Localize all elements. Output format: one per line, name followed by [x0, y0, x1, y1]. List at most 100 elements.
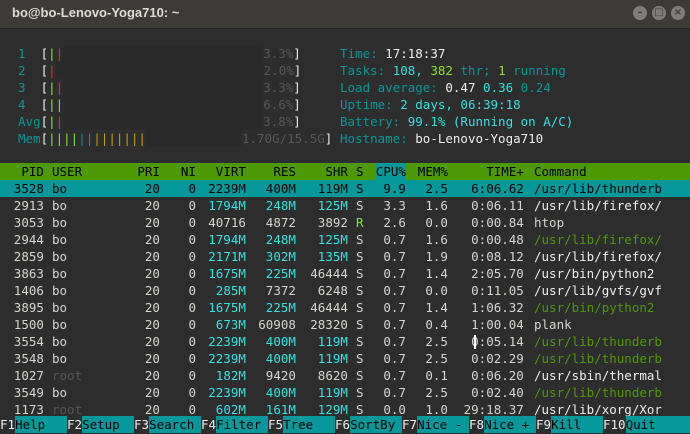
table-cell: 400M: [265, 181, 296, 196]
table-cell: /usr/lib/thunderb: [534, 351, 662, 366]
table-row[interactable]: 3528 bo 20 0 2239M 400M 119M S 9.9 2.5 6:06.62/usr…: [0, 180, 690, 197]
fkey-help[interactable]: F1Help: [0, 416, 67, 433]
table-cell: 2.5: [425, 334, 448, 349]
table-cell: 248M: [265, 198, 296, 213]
maximize-icon[interactable]: □: [652, 6, 666, 20]
fkey-kill[interactable]: F9Kill: [536, 416, 603, 433]
table-row[interactable]: 1406 bo 20 0 285M 7372 6248 S 0.7 0.0 0:11.05/usr/…: [0, 282, 690, 299]
table-cell: 0.7: [383, 317, 406, 332]
column-header[interactable]: Command: [534, 163, 587, 180]
table-cell: 119M: [317, 385, 348, 400]
table-cell: root: [52, 368, 83, 383]
table-cell: 9420: [265, 368, 296, 383]
table-cell: bo: [52, 283, 68, 298]
fkey-label: Setup: [82, 416, 134, 433]
table-cell: 0.7: [383, 283, 406, 298]
fkey-nice[interactable]: F8Nice +: [469, 416, 536, 433]
fkey-sortby[interactable]: F6SortBy: [335, 416, 402, 433]
cpu3-meter: 3 [|| 3.3%]: [18, 79, 301, 96]
table-row[interactable]: 3053 bo 20 0 40716 4872 3892 R 2.6 0.0 0:00.84 htop: [0, 214, 690, 231]
table-cell: 0.0: [425, 215, 448, 230]
fkey-setup[interactable]: F2Setup: [67, 416, 134, 433]
table-row[interactable]: 1027 root 20 0 182M 9420 8620 S 0.7 0.1 0:06.20/us…: [0, 367, 690, 384]
table-cell: bo: [52, 351, 68, 366]
table-cell: /usr/lib/thunderb: [534, 334, 662, 349]
fkey-number: F4: [201, 417, 217, 432]
table-cell: 0: [188, 283, 196, 298]
window-title: bo@bo-Lenovo-Yoga710: ~: [12, 5, 180, 20]
table-cell: 248M: [265, 232, 296, 247]
fkey-label: Nice +: [484, 416, 536, 433]
table-cell: 0: [188, 334, 196, 349]
fkey-number: F7: [402, 417, 418, 432]
table-cell: 2:05.70: [471, 266, 524, 281]
table-cell: 225M: [265, 300, 296, 315]
table-cell: 20: [144, 283, 160, 298]
table-cell: S: [356, 368, 364, 383]
column-header[interactable]: SHR: [325, 163, 348, 180]
table-row[interactable]: 3863 bo 20 0 1675M 225M 46444 S 0.7 1.4 2:05.70/us…: [0, 265, 690, 282]
table-cell: bo: [52, 249, 68, 264]
table-cell: 0: [188, 249, 196, 264]
table-cell: 0.7: [383, 368, 406, 383]
table-cell: 125M: [317, 198, 348, 213]
table-row[interactable]: 3549 bo 20 0 2239M 400M 119M S 0.7 2.5 0:02.40/usr…: [0, 384, 690, 401]
table-cell: 3863: [13, 266, 44, 281]
column-header[interactable]: MEM%: [418, 163, 448, 180]
fkey-filter[interactable]: F4Filter: [201, 416, 268, 433]
table-cell: 2944: [13, 232, 44, 247]
table-cell: 2913: [13, 198, 44, 213]
table-row[interactable]: 3554 bo 20 0 2239M 400M 119M S 0.7 2.5 0:05.14/usr…: [0, 333, 690, 350]
table-cell: 1675M: [208, 266, 246, 281]
table-row[interactable]: 2913 bo 20 0 1794M 248M 125M S 3.3 1.6 0:06.11/usr…: [0, 197, 690, 214]
column-header[interactable]: S: [356, 163, 364, 180]
table-cell: S: [356, 266, 364, 281]
column-header[interactable]: VIRT: [216, 163, 246, 180]
table-row[interactable]: 2944 bo 20 0 1794M 248M 125M S 0.7 1.6 0:00.48/usr…: [0, 231, 690, 248]
table-cell: 0.7: [383, 266, 406, 281]
fkey-search[interactable]: F3Search: [134, 416, 201, 433]
table-cell: 0:00.48: [471, 232, 524, 247]
table-header: PID USER PRI NI VIRT RES SHR S CPU% MEM% TIME+ Comm…: [0, 163, 690, 180]
table-cell: 1794M: [208, 198, 246, 213]
column-header[interactable]: PID: [21, 163, 44, 180]
table-cell: 0:06.20: [471, 368, 524, 383]
table-cell: 3528: [13, 181, 44, 196]
table-row[interactable]: 3895 bo 20 0 1675M 225M 46444 S 0.7 1.4 1:06.32/us…: [0, 299, 690, 316]
terminal[interactable]: 1 [|| 3.3%] 2 [| 2.0%] 3 [|| 3.3%] 4 [||…: [0, 29, 690, 434]
fkey-tree[interactable]: F5Tree: [268, 416, 335, 433]
table-cell: 2239M: [208, 385, 246, 400]
cpu2-meter: 2 [| 2.0%]: [18, 62, 302, 79]
fkey-number: F6: [335, 417, 351, 432]
column-header[interactable]: USER: [52, 163, 82, 180]
column-header[interactable]: PRI: [137, 163, 160, 180]
table-cell: 0: [188, 385, 196, 400]
fkey-nice[interactable]: F7Nice -: [402, 416, 469, 433]
table-cell: 0.7: [383, 232, 406, 247]
column-header[interactable]: NI: [181, 163, 196, 180]
column-header[interactable]: TIME+: [486, 163, 524, 180]
fkey-label: Tree: [283, 416, 335, 433]
minimize-icon[interactable]: –: [633, 6, 647, 20]
table-cell: 2.6: [383, 215, 406, 230]
table-cell: 1.4: [425, 266, 448, 281]
mem-meter: Mem[||||||||||||| 1.70G/15.5G]: [18, 130, 333, 147]
table-cell: bo: [52, 266, 68, 281]
fkey-quit[interactable]: F10Quit: [603, 416, 690, 433]
table-cell: 20: [144, 249, 160, 264]
column-header[interactable]: CPU%: [375, 163, 406, 180]
table-cell: bo: [52, 385, 68, 400]
table-row[interactable]: 1500 bo 20 0 673M 60908 28320 S 0.7 0.4 1:00.04 pla…: [0, 316, 690, 333]
table-cell: 8620: [317, 368, 348, 383]
table-cell: S: [356, 351, 364, 366]
table-cell: 673M: [215, 317, 246, 332]
close-icon[interactable]: ×: [671, 6, 685, 20]
table-row[interactable]: 3548 bo 20 0 2239M 400M 119M S 0.7 2.5 0:02.29/usr…: [0, 350, 690, 367]
table-row[interactable]: 2859 bo 20 0 2171M 302M 135M S 0.7 1.9 0:08.12/usr…: [0, 248, 690, 265]
table-cell: S: [356, 300, 364, 315]
column-header[interactable]: RES: [273, 163, 296, 180]
table-cell: R: [356, 215, 364, 230]
fkey-label: SortBy: [350, 416, 402, 433]
fkey-number: F5: [268, 417, 284, 432]
fkey-number: F2: [67, 417, 83, 432]
